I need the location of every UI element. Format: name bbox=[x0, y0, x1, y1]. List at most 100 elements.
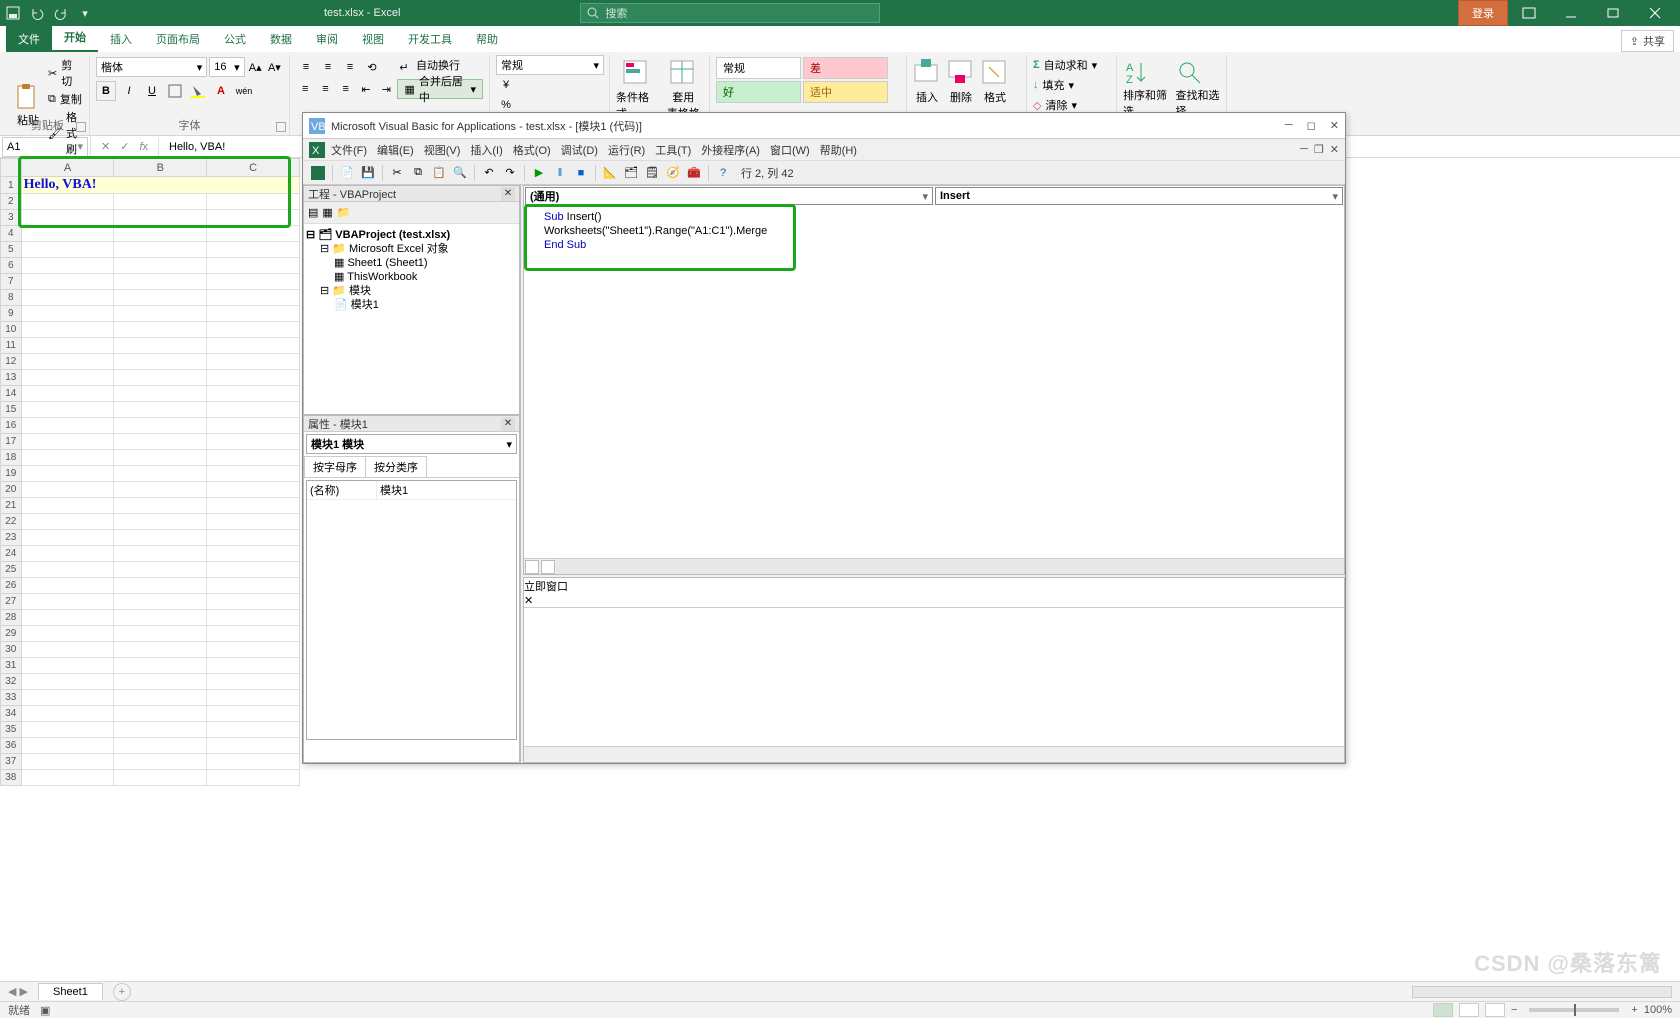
row-header[interactable]: 7 bbox=[1, 274, 22, 290]
login-button[interactable]: 登录 bbox=[1458, 0, 1508, 26]
row-header[interactable]: 21 bbox=[1, 498, 22, 514]
increase-font-icon[interactable]: A▴ bbox=[247, 57, 264, 77]
row-header[interactable]: 27 bbox=[1, 594, 22, 610]
vba-menu-insert[interactable]: 插入(I) bbox=[466, 142, 506, 158]
align-bottom-icon[interactable]: ≡ bbox=[340, 57, 360, 77]
style-bad[interactable]: 差 bbox=[803, 57, 888, 79]
row-header[interactable]: 29 bbox=[1, 626, 22, 642]
proj-folder-icon[interactable]: 📁 bbox=[337, 206, 351, 219]
row-header[interactable]: 33 bbox=[1, 690, 22, 706]
tab-view[interactable]: 视图 bbox=[350, 26, 396, 52]
accounting-format-icon[interactable]: ¥ bbox=[496, 75, 516, 95]
align-top-icon[interactable]: ≡ bbox=[296, 57, 316, 77]
full-module-view-icon[interactable] bbox=[541, 560, 555, 574]
tab-insert[interactable]: 插入 bbox=[98, 26, 144, 52]
vba-find-icon[interactable]: 🔍 bbox=[451, 164, 469, 182]
cut-button[interactable]: ✂剪切 bbox=[48, 57, 83, 89]
row-header[interactable]: 9 bbox=[1, 306, 22, 322]
row-header[interactable]: 34 bbox=[1, 706, 22, 722]
bold-button[interactable]: B bbox=[96, 81, 116, 101]
increase-indent-icon[interactable]: ⇥ bbox=[377, 79, 395, 99]
props-tab-category[interactable]: 按分类序 bbox=[365, 456, 427, 477]
vba-menu-addins[interactable]: 外接程序(A) bbox=[697, 142, 764, 158]
project-close-icon[interactable]: ✕ bbox=[501, 187, 515, 201]
find-select-button[interactable]: 查找和选择 bbox=[1176, 59, 1221, 119]
qa-customize-icon[interactable]: ▾ bbox=[76, 4, 94, 22]
tab-data[interactable]: 数据 bbox=[258, 26, 304, 52]
immediate-close-icon[interactable]: ✕ bbox=[524, 594, 1344, 607]
code-object-select[interactable]: (通用)▾ bbox=[525, 187, 933, 205]
mdi-close-icon[interactable]: ✕ bbox=[1330, 143, 1339, 156]
zoom-percent[interactable]: 100% bbox=[1644, 1004, 1672, 1016]
style-normal[interactable]: 常规 bbox=[716, 57, 801, 79]
maximize-icon[interactable] bbox=[1592, 0, 1634, 26]
sheet-tab-sheet1[interactable]: Sheet1 bbox=[38, 983, 103, 1000]
orientation-icon[interactable]: ⟲ bbox=[362, 57, 382, 77]
vba-break-icon[interactable]: ‖ bbox=[551, 164, 569, 182]
row-header[interactable]: 28 bbox=[1, 610, 22, 626]
delete-cells-button[interactable]: 删除 bbox=[947, 59, 975, 105]
row-header[interactable]: 26 bbox=[1, 578, 22, 594]
italic-button[interactable]: I bbox=[119, 81, 139, 101]
vba-menu-window[interactable]: 窗口(W) bbox=[766, 142, 814, 158]
sort-filter-button[interactable]: AZ排序和筛选 bbox=[1123, 59, 1168, 119]
vba-titlebar[interactable]: VB Microsoft Visual Basic for Applicatio… bbox=[303, 113, 1345, 139]
redo-icon[interactable] bbox=[52, 4, 70, 22]
vba-help-icon[interactable]: ? bbox=[714, 164, 732, 182]
row-header[interactable]: 11 bbox=[1, 338, 22, 354]
row-header[interactable]: 16 bbox=[1, 418, 22, 434]
align-right-icon[interactable]: ≡ bbox=[337, 79, 355, 99]
immediate-h-scrollbar[interactable] bbox=[524, 746, 1344, 762]
zoom-out-icon[interactable]: − bbox=[1511, 1004, 1517, 1016]
decrease-font-icon[interactable]: A▾ bbox=[266, 57, 283, 77]
tell-me-search[interactable]: 搜索 bbox=[580, 3, 880, 23]
row-header[interactable]: 22 bbox=[1, 514, 22, 530]
view-page-break-icon[interactable] bbox=[1485, 1003, 1505, 1017]
col-header-c[interactable]: C bbox=[207, 159, 300, 177]
row-header[interactable]: 10 bbox=[1, 322, 22, 338]
vba-paste-icon[interactable]: 📋 bbox=[430, 164, 448, 182]
align-middle-icon[interactable]: ≡ bbox=[318, 57, 338, 77]
props-object-select[interactable]: 模块1 模块▾ bbox=[306, 434, 517, 454]
save-icon[interactable] bbox=[4, 4, 22, 22]
props-tab-alpha[interactable]: 按字母序 bbox=[304, 456, 366, 477]
row-header[interactable]: 35 bbox=[1, 722, 22, 738]
row-header[interactable]: 18 bbox=[1, 450, 22, 466]
mdi-minimize-icon[interactable]: ─ bbox=[1300, 143, 1308, 156]
vba-maximize-icon[interactable]: ◻ bbox=[1307, 119, 1316, 132]
tab-review[interactable]: 审阅 bbox=[304, 26, 350, 52]
pinyin-button[interactable]: wén bbox=[234, 81, 254, 101]
cell-a1-merged[interactable]: Hello, VBA! bbox=[21, 177, 299, 194]
insert-cells-button[interactable]: 插入 bbox=[913, 59, 941, 105]
proj-view-code-icon[interactable]: ▤ bbox=[308, 206, 318, 219]
proj-view-object-icon[interactable]: ▦ bbox=[322, 206, 332, 219]
vba-minimize-icon[interactable]: ─ bbox=[1285, 119, 1293, 132]
style-neutral[interactable]: 适中 bbox=[803, 81, 888, 103]
col-header-b[interactable]: B bbox=[114, 159, 207, 177]
enter-formula-icon[interactable]: ✓ bbox=[120, 140, 129, 153]
share-button[interactable]: ⇪共享 bbox=[1621, 30, 1674, 52]
col-header-a[interactable]: A bbox=[21, 159, 114, 177]
vba-menu-debug[interactable]: 调试(D) bbox=[557, 142, 602, 158]
font-name-select[interactable]: 楷体▾ bbox=[96, 57, 207, 77]
tab-home[interactable]: 开始 bbox=[52, 24, 98, 52]
row-header[interactable]: 4 bbox=[1, 226, 22, 242]
code-h-scrollbar[interactable] bbox=[556, 559, 1344, 574]
fill-color-button[interactable] bbox=[188, 81, 208, 101]
close-icon[interactable] bbox=[1634, 0, 1676, 26]
vba-menu-tools[interactable]: 工具(T) bbox=[651, 142, 695, 158]
copy-button[interactable]: ⧉复制 bbox=[48, 91, 83, 107]
ribbon-display-icon[interactable] bbox=[1508, 0, 1550, 26]
tab-file[interactable]: 文件 bbox=[6, 26, 52, 52]
zoom-in-icon[interactable]: + bbox=[1631, 1004, 1637, 1016]
vba-menu-view[interactable]: 视图(V) bbox=[420, 142, 465, 158]
tab-help[interactable]: 帮助 bbox=[464, 26, 510, 52]
align-left-icon[interactable]: ≡ bbox=[296, 79, 314, 99]
tab-layout[interactable]: 页面布局 bbox=[144, 26, 212, 52]
row-header[interactable]: 13 bbox=[1, 370, 22, 386]
vba-view-excel-icon[interactable] bbox=[309, 164, 327, 182]
fill-button[interactable]: ↓填充▾ bbox=[1033, 77, 1110, 93]
view-normal-icon[interactable] bbox=[1433, 1003, 1453, 1017]
style-good[interactable]: 好 bbox=[716, 81, 801, 103]
worksheet-grid[interactable]: A B C 1Hello, VBA! 2 3 4 5 6 7 8 9 10 11… bbox=[0, 158, 300, 984]
